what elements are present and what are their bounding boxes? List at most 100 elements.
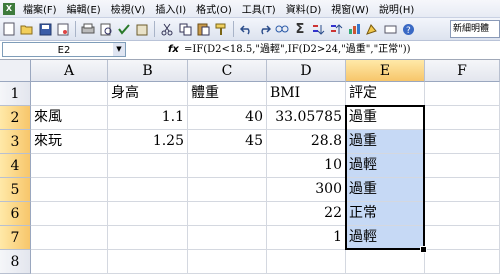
cell-e8[interactable] [346,250,425,274]
autosum-icon[interactable]: Σ [292,21,308,37]
menu-tools[interactable]: 工具(T) [237,1,281,16]
cell-c5[interactable] [188,178,267,202]
cell-e4[interactable]: 過輕 [346,154,425,178]
sort-descending-icon[interactable] [328,21,344,37]
sort-ascending-icon[interactable] [310,21,326,37]
menu-window[interactable]: 視窗(W) [326,1,374,16]
chart-wizard-icon[interactable] [346,21,362,37]
cell-f6[interactable] [425,202,500,226]
menu-edit[interactable]: 編輯(E) [62,1,106,16]
cell-b6[interactable] [108,202,188,226]
research-icon[interactable] [134,21,150,37]
cell-b8[interactable] [108,250,188,274]
insert-function-icon[interactable]: fx [168,42,179,58]
permission-icon[interactable] [55,21,71,37]
cell-d1[interactable]: BMI [267,82,346,106]
cell-a7[interactable] [31,226,108,250]
row-header-2[interactable]: 2 [0,106,31,130]
cell-b7[interactable] [108,226,188,250]
menu-format[interactable]: 格式(O) [191,1,237,16]
cell-e3[interactable]: 過重 [346,130,425,154]
cell-e2[interactable]: 過重 [346,106,425,130]
spelling-icon[interactable] [116,21,132,37]
cell-e1[interactable]: 評定 [346,82,425,106]
hyperlink-icon[interactable] [274,21,290,37]
cell-d4[interactable]: 10 [267,154,346,178]
cell-d6[interactable]: 22 [267,202,346,226]
cell-f2[interactable] [425,106,500,130]
chevron-down-icon[interactable]: ▼ [113,43,125,56]
cell-a1[interactable] [31,82,108,106]
font-name-combobox[interactable]: 新細明體 [450,20,500,38]
paste-icon[interactable] [195,21,211,37]
row-header-5[interactable]: 5 [0,178,31,202]
row-header-4[interactable]: 4 [0,154,31,178]
select-all-button[interactable] [0,60,31,82]
menu-help[interactable]: 說明(H) [374,1,419,16]
cell-a3[interactable]: 來玩 [31,130,108,154]
help-icon[interactable]: ? [400,21,416,37]
cell-f3[interactable] [425,130,500,154]
cell-f5[interactable] [425,178,500,202]
row-header-6[interactable]: 6 [0,202,31,226]
cell-a2[interactable]: 來風 [31,106,108,130]
cell-d7[interactable]: 1 [267,226,346,250]
row-header-3[interactable]: 3 [0,130,31,154]
cell-e7[interactable]: 過輕 [346,226,425,250]
cell-b2[interactable]: 1.1 [108,106,188,130]
cell-b1[interactable]: 身高 [108,82,188,106]
cell-f7[interactable] [425,226,500,250]
column-header-e[interactable]: E [346,60,425,82]
worksheet-grid[interactable]: A B C D E F 1 身高 體重 BMI 評定 2 來風 1.1 40 33.05785 過重 3 來玩 1.2… [0,60,500,280]
cell-c8[interactable] [188,250,267,274]
zoom-icon[interactable] [382,21,398,37]
cell-f8[interactable] [425,250,500,274]
row-header-7[interactable]: 7 [0,226,31,250]
column-header-c[interactable]: C [188,60,267,82]
print-icon[interactable] [80,21,96,37]
cell-a8[interactable] [31,250,108,274]
copy-icon[interactable] [177,21,193,37]
format-painter-icon[interactable] [213,21,229,37]
cell-c7[interactable] [188,226,267,250]
cell-d3[interactable]: 28.8 [267,130,346,154]
row-header-1[interactable]: 1 [0,82,31,106]
cell-f4[interactable] [425,154,500,178]
cell-d2[interactable]: 33.05785 [267,106,346,130]
cell-a6[interactable] [31,202,108,226]
drawing-icon[interactable] [364,21,380,37]
column-header-b[interactable]: B [108,60,188,82]
cut-icon[interactable] [159,21,175,37]
menu-data[interactable]: 資料(D) [281,1,327,16]
cell-f1[interactable] [425,82,500,106]
cell-e5[interactable]: 過重 [346,178,425,202]
formula-input[interactable]: =IF(D2<18.5,"過輕",IF(D2>24,"過重","正常")) [184,42,411,58]
menu-insert[interactable]: 插入(I) [150,1,191,16]
column-header-f[interactable]: F [425,60,500,82]
undo-icon[interactable] [238,21,254,37]
open-icon[interactable] [19,21,35,37]
new-icon[interactable] [1,21,17,37]
cell-b4[interactable] [108,154,188,178]
print-preview-icon[interactable] [98,21,114,37]
column-header-a[interactable]: A [31,60,108,82]
redo-icon[interactable] [256,21,272,37]
cell-c1[interactable]: 體重 [188,82,267,106]
cell-c2[interactable]: 40 [188,106,267,130]
save-icon[interactable] [37,21,53,37]
cell-c6[interactable] [188,202,267,226]
cell-a5[interactable] [31,178,108,202]
cell-c4[interactable] [188,154,267,178]
cell-c3[interactable]: 45 [188,130,267,154]
column-header-d[interactable]: D [267,60,346,82]
fill-handle[interactable] [420,246,427,253]
cell-b5[interactable] [108,178,188,202]
cell-e6[interactable]: 正常 [346,202,425,226]
cell-b3[interactable]: 1.25 [108,130,188,154]
menu-file[interactable]: 檔案(F) [18,1,62,16]
menu-view[interactable]: 檢視(V) [106,1,151,16]
cell-d5[interactable]: 300 [267,178,346,202]
cell-a4[interactable] [31,154,108,178]
name-box[interactable]: E2 ▼ [2,42,126,57]
row-header-8[interactable]: 8 [0,250,31,274]
